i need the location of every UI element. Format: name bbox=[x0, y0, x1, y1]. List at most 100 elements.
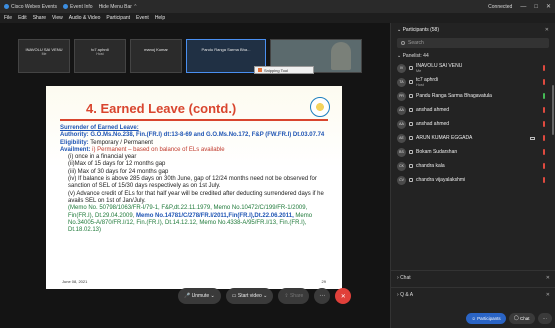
share-button[interactable]: ⇪ Share bbox=[278, 288, 310, 304]
unmute-button[interactable]: 🎤 Unmute ⌄ bbox=[178, 288, 221, 304]
panelist-icon bbox=[409, 66, 413, 70]
chat-button[interactable]: ◯ Chat bbox=[508, 312, 535, 324]
title-bar: Cisco Webex Events Event Info Hide Menu … bbox=[0, 0, 555, 13]
hide-menu-bar[interactable]: Hide Menu Bar ⌃ bbox=[99, 4, 138, 10]
avatar: AE bbox=[397, 133, 406, 143]
search-input[interactable]: Search bbox=[397, 38, 549, 48]
more-options-button[interactable]: ··· bbox=[314, 288, 331, 304]
panelist-icon bbox=[409, 122, 413, 126]
panelist-icon bbox=[409, 150, 413, 154]
participant-row[interactable]: TA tc7 aphrdi Host bbox=[397, 75, 549, 89]
panelist-icon bbox=[409, 80, 413, 84]
participant-list: IV INAVOLU SAI VENU Me TA tc7 aphrdi Host … bbox=[391, 61, 555, 187]
person-video bbox=[331, 42, 351, 70]
webex-logo-icon bbox=[4, 4, 9, 9]
menu-share[interactable]: Share bbox=[33, 15, 46, 21]
avatar: IV bbox=[397, 63, 406, 73]
menu-file[interactable]: File bbox=[4, 15, 12, 21]
rule-line: (iii) Max of 30 days for 24 months gap bbox=[68, 168, 169, 175]
panelist-icon bbox=[409, 108, 413, 112]
avatar: PR bbox=[397, 91, 406, 101]
memo-references: (Memo No. 50798/1063/FR-I/79-1, F&P,dt.2… bbox=[68, 205, 313, 234]
chat-section-header[interactable]: › Chat ✕ bbox=[391, 270, 555, 284]
panel-footer: ☺ Participants ◯ Chat ··· bbox=[391, 308, 555, 328]
chevron-down-icon: ⌄ bbox=[209, 293, 215, 299]
participants-button[interactable]: ☺ Participants bbox=[466, 312, 506, 324]
participant-row[interactable]: PR Pandu Ranga Sarma Bhagavatula bbox=[397, 89, 549, 103]
participant-row[interactable]: CV chandra vijayalakshmi bbox=[397, 173, 549, 187]
thumbnail-participant[interactable]: manoj Kumar bbox=[130, 39, 182, 73]
maximize-button[interactable]: □ bbox=[534, 4, 538, 10]
control-bar: 🎤 Unmute ⌄ ▭ Start video ⌄ ⇪ Share ··· ✕ bbox=[178, 288, 356, 304]
muted-mic-icon[interactable] bbox=[543, 107, 545, 113]
slide-body: Surrender of Earned Leave: Authority: G.… bbox=[60, 125, 332, 234]
rule-line: (v) Advance credit of ELs for that half … bbox=[68, 190, 324, 204]
minimize-button[interactable]: — bbox=[520, 4, 526, 10]
avatar: CK bbox=[397, 161, 406, 171]
muted-mic-icon[interactable] bbox=[543, 79, 545, 85]
bullet-eligibility: Eligibility: Temporary / Permanent bbox=[60, 139, 153, 146]
menu-audio-video[interactable]: Audio & Video bbox=[69, 15, 101, 21]
participant-row[interactable]: CK chandra kala bbox=[397, 159, 549, 173]
panel-header[interactable]: ⌄ Participants (58) ✕ bbox=[391, 23, 555, 36]
avatar: AA bbox=[397, 119, 406, 129]
chevron-down-icon: ⌄ bbox=[261, 293, 268, 299]
thumbnail-participant[interactable]: INAVOLU SAI VENU Me bbox=[18, 39, 70, 73]
avatar: AA bbox=[397, 105, 406, 115]
microphone-icon: 🎤 bbox=[184, 293, 192, 299]
participant-row[interactable]: BS Bokam Sudarshan bbox=[397, 145, 549, 159]
slide-date: June 08, 2021 bbox=[62, 279, 88, 284]
muted-mic-icon[interactable] bbox=[543, 65, 545, 71]
panel-title: Participants (58) bbox=[402, 26, 439, 33]
bullet-authority: Authority: G.O.Ms.No.238, Fin.(FR.I) dt:… bbox=[60, 132, 325, 139]
scissors-icon bbox=[258, 68, 262, 72]
menu-edit[interactable]: Edit bbox=[18, 15, 27, 21]
title-divider bbox=[60, 119, 328, 121]
participant-row[interactable]: AA anshad ahmed bbox=[397, 103, 549, 117]
participant-row[interactable]: AE ARUN KUMAR EGGADA bbox=[397, 131, 549, 145]
government-seal-logo bbox=[310, 97, 330, 117]
menu-bar: File Edit Share View Audio & Video Parti… bbox=[0, 13, 555, 23]
menu-view[interactable]: View bbox=[52, 15, 63, 21]
participant-row[interactable]: IV INAVOLU SAI VENU Me bbox=[397, 61, 549, 75]
video-camera-icon bbox=[530, 136, 535, 140]
panelist-icon bbox=[409, 178, 413, 182]
menu-help[interactable]: Help bbox=[155, 15, 165, 21]
close-button[interactable]: ✕ bbox=[546, 3, 551, 10]
muted-mic-icon[interactable] bbox=[543, 121, 545, 127]
participants-panel: ⌄ Participants (58) ✕ Search ⌄ Panelist:… bbox=[390, 23, 555, 328]
slide-page-number: 29 bbox=[321, 279, 326, 284]
bullet-availment: Availment: i) Permanent – based on balan… bbox=[60, 146, 225, 153]
close-chat-icon[interactable]: ✕ bbox=[546, 275, 550, 281]
search-icon bbox=[401, 41, 405, 45]
shared-slide: 4. Earned Leave (contd.) Surrender of Ea… bbox=[46, 86, 342, 289]
start-video-button[interactable]: ▭ Start video ⌄ bbox=[225, 288, 274, 304]
panelist-icon bbox=[409, 164, 413, 168]
active-mic-icon[interactable] bbox=[543, 93, 545, 99]
muted-mic-icon[interactable] bbox=[543, 149, 545, 155]
chevron-down-icon: ⌃ bbox=[131, 3, 138, 10]
info-icon bbox=[63, 4, 69, 9]
end-meeting-button[interactable]: ✕ bbox=[335, 288, 352, 304]
muted-mic-icon[interactable] bbox=[543, 135, 545, 141]
rule-line: (i) once in a financial year bbox=[68, 154, 137, 161]
more-panels-button[interactable]: ··· bbox=[537, 312, 552, 324]
close-panel-icon[interactable]: ✕ bbox=[545, 27, 549, 33]
avatar: BS bbox=[397, 147, 406, 157]
event-info-link[interactable]: Event Info bbox=[63, 4, 93, 10]
muted-mic-icon[interactable] bbox=[543, 177, 545, 183]
meeting-stage: INAVOLU SAI VENU Me tc7 aphrdi Host mano… bbox=[0, 23, 390, 328]
close-qa-icon[interactable]: ✕ bbox=[546, 292, 550, 298]
rule-line: (ii)Max of 15 days for 12 months gap bbox=[68, 161, 166, 168]
scrollbar[interactable] bbox=[552, 85, 554, 135]
menu-participant[interactable]: Participant bbox=[106, 15, 130, 21]
menu-event[interactable]: Event bbox=[136, 15, 149, 21]
panelist-icon bbox=[409, 94, 413, 98]
qa-section-header[interactable]: › Q & A ✕ bbox=[391, 287, 555, 301]
snipping-tool-window[interactable]: Snipping Tool bbox=[254, 66, 314, 74]
avatar: TA bbox=[397, 77, 406, 87]
participant-row[interactable]: AA anshad ahmed bbox=[397, 117, 549, 131]
thumbnail-participant[interactable]: tc7 aphrdi Host bbox=[74, 39, 126, 73]
muted-mic-icon[interactable] bbox=[543, 163, 545, 169]
panelist-section-header[interactable]: ⌄ Panelist: 44 bbox=[391, 51, 555, 61]
